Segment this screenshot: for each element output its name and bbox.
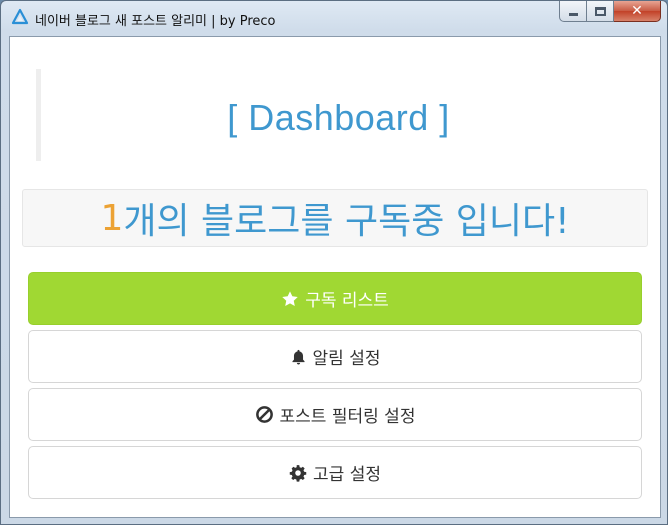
bell-icon: [290, 348, 307, 366]
advanced-settings-label: 고급 설정: [313, 465, 381, 485]
post-filter-settings-label: 포스트 필터링 설정: [279, 407, 416, 427]
notification-settings-label: 알림 설정: [312, 349, 381, 369]
subscription-summary: 1 개의 블로그를 구독중 입니다!: [22, 189, 648, 247]
subscription-list-label: 구독 리스트: [305, 291, 389, 311]
post-filter-settings-button[interactable]: 포스트 필터링 설정: [28, 388, 642, 441]
notification-settings-button[interactable]: 알림 설정: [28, 330, 642, 383]
maximize-icon: [594, 6, 606, 16]
advanced-settings-button[interactable]: 고급 설정: [28, 446, 642, 499]
ban-icon: [255, 405, 274, 424]
subscription-summary-text: 개의 블로그를 구독중 입니다!: [123, 201, 570, 242]
title-bar[interactable]: 네이버 블로그 새 포스트 알리미 | by Preco ✕: [1, 1, 667, 35]
gear-icon: [289, 464, 307, 482]
minimize-button[interactable]: [559, 1, 587, 22]
app-logo-icon: [11, 8, 29, 25]
star-icon: [281, 290, 299, 308]
window-title: 네이버 블로그 새 포스트 알리미 | by Preco: [35, 14, 276, 29]
main-content: [ Dashboard ] 1 개의 블로그를 구독중 입니다! 구독 리스트 알…: [9, 36, 661, 518]
maximize-button[interactable]: [587, 1, 614, 22]
page-title: [ Dashboard ]: [227, 97, 450, 138]
close-button[interactable]: ✕: [614, 1, 661, 22]
app-window: 네이버 블로그 새 포스트 알리미 | by Preco ✕ [ Dashboa…: [0, 0, 668, 525]
minimize-icon: [568, 12, 578, 16]
window-controls: ✕: [559, 1, 661, 23]
close-icon: ✕: [631, 3, 643, 19]
subscription-list-button[interactable]: 구독 리스트: [28, 272, 642, 325]
dashboard-header: [ Dashboard ]: [36, 69, 636, 161]
subscription-count: 1: [100, 197, 124, 239]
